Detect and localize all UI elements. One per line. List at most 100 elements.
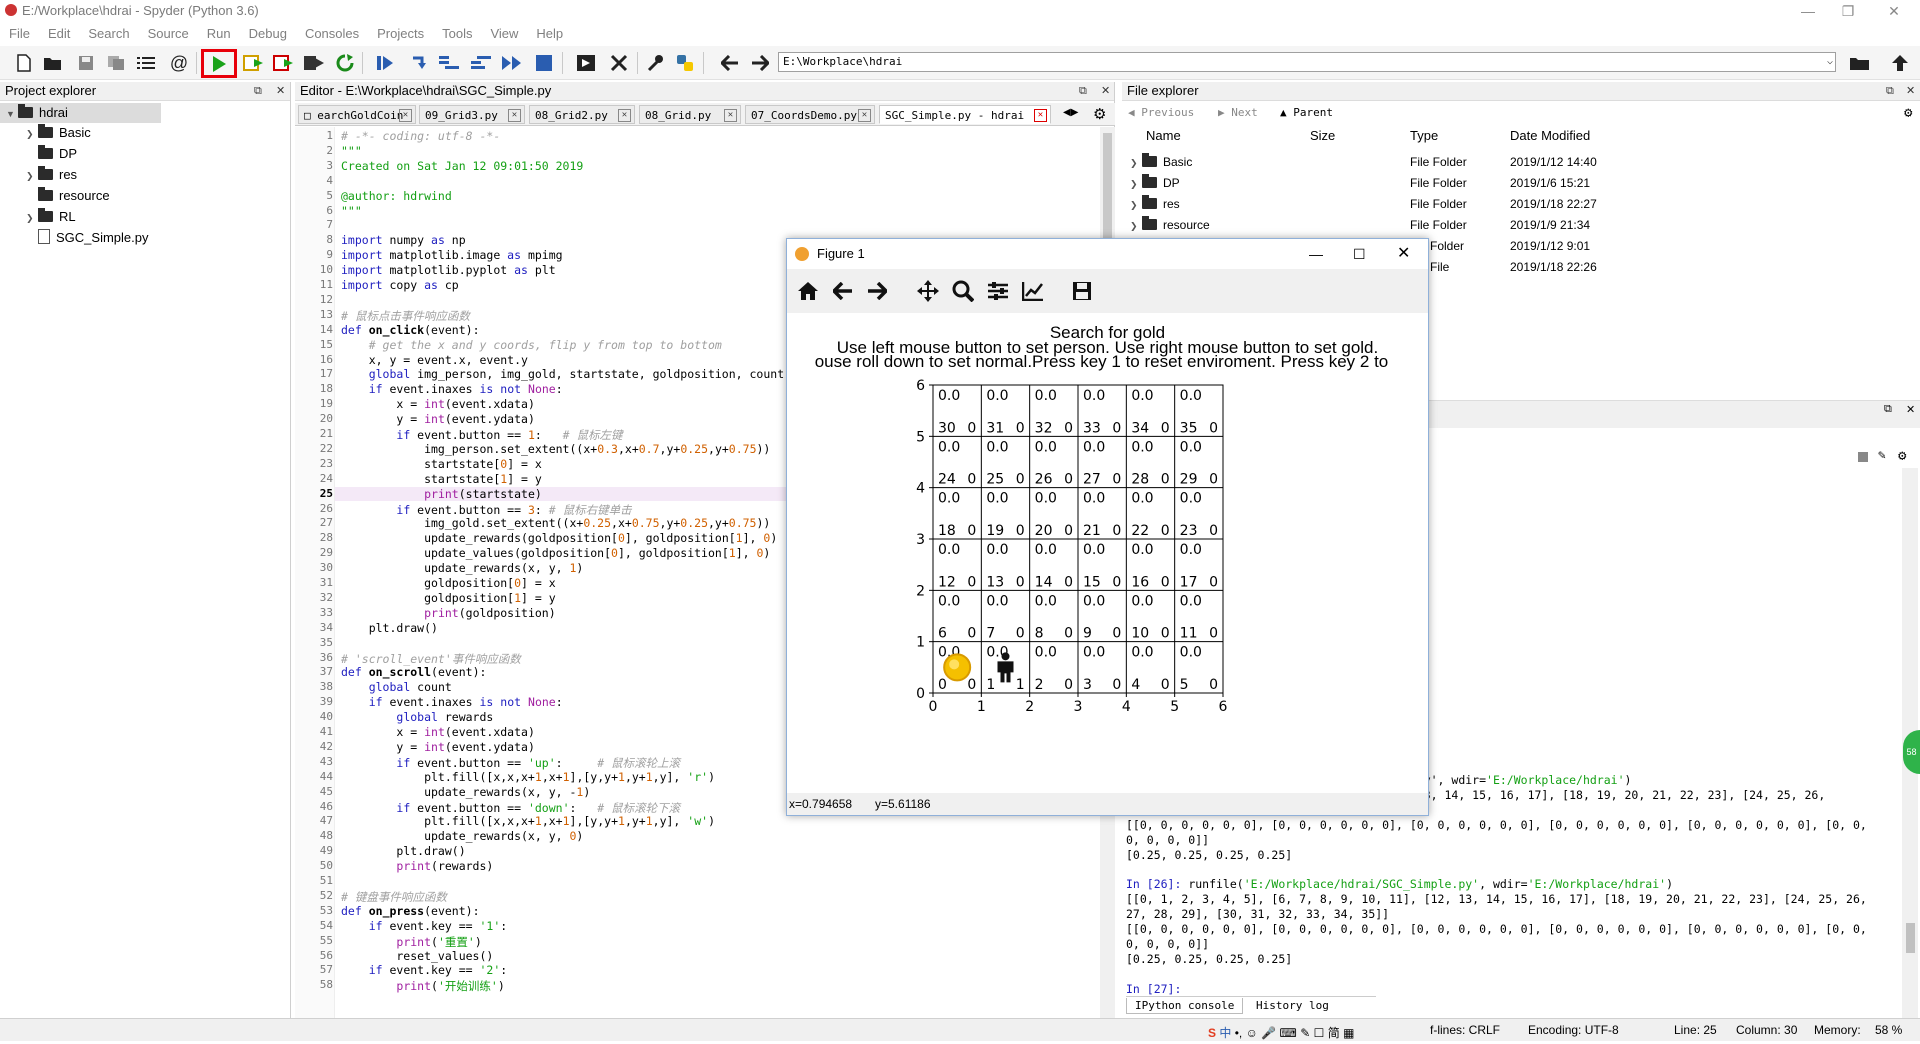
code-line[interactable]: """ <box>341 204 362 218</box>
tab-08-grid[interactable]: 08_Grid.py ✕ <box>639 105 741 124</box>
menu-run[interactable]: Run <box>198 24 240 44</box>
code-line[interactable]: import numpy as np <box>341 233 466 247</box>
edit-icon[interactable]: ✎ <box>1878 448 1886 463</box>
code-line[interactable]: x = int(event.xdata) <box>341 397 535 411</box>
chevron-down-icon[interactable]: ⌵ <box>1827 53 1833 71</box>
gear-icon[interactable]: ⚙ <box>1093 105 1106 123</box>
close-tab-icon[interactable]: ✕ <box>1034 109 1047 122</box>
configure-subplots-icon[interactable] <box>985 278 1011 304</box>
close-tab-icon[interactable]: ✕ <box>508 109 521 122</box>
code-line[interactable]: update_rewards(goldposition[0], goldposi… <box>341 531 777 545</box>
code-line[interactable]: goldposition[0] = x <box>341 576 556 590</box>
collapse-arrow-icon[interactable]: ❯ <box>26 124 38 144</box>
maximize-button[interactable]: ☐ <box>1353 239 1366 269</box>
code-line[interactable]: if event.inaxes is not None: <box>341 382 563 396</box>
code-line[interactable]: update_rewards(x, y, 0) <box>341 829 583 843</box>
close-tab-icon[interactable]: ✕ <box>858 109 871 122</box>
code-line[interactable]: print(startstate) <box>341 487 542 501</box>
tab-history-log[interactable]: History log <box>1248 998 1337 1013</box>
code-line[interactable]: if event.inaxes is not None: <box>341 695 563 709</box>
tab-09-grid3[interactable]: 09_Grid3.py ✕ <box>419 105 525 124</box>
code-line[interactable]: goldposition[1] = y <box>341 591 556 605</box>
code-line[interactable]: import copy as cp <box>341 278 459 292</box>
column-type[interactable]: Type <box>1410 128 1438 143</box>
close-pane-icon[interactable]: ✕ <box>1906 82 1915 100</box>
code-line[interactable]: img_gold.set_extent((x+0.25,x+0.75,y+0.2… <box>341 516 770 530</box>
run-button[interactable] <box>201 49 237 78</box>
figure-title-bar[interactable]: Figure 1 — ☐ ✕ <box>787 239 1428 269</box>
working-directory-input[interactable]: E:\Workplace\hdrai ⌵ <box>778 52 1836 72</box>
close-window-button[interactable]: ✕ <box>1871 0 1917 22</box>
code-line[interactable]: def on_press(event): <box>341 904 480 918</box>
menu-edit[interactable]: Edit <box>39 24 79 44</box>
menu-tools[interactable]: Tools <box>433 24 481 44</box>
new-file-icon[interactable] <box>12 52 36 74</box>
code-line[interactable]: startstate[1] = y <box>341 472 542 486</box>
stop-kernel-icon[interactable] <box>1858 452 1868 462</box>
run-cell-advance-icon[interactable] <box>272 52 296 74</box>
code-line[interactable]: @author: hdrwind <box>341 189 452 203</box>
collapse-arrow-icon[interactable]: ❯ <box>26 166 38 186</box>
collapse-arrow-icon[interactable]: ❯ <box>26 208 38 228</box>
forward-arrow-icon[interactable] <box>864 278 890 304</box>
tree-item-resource[interactable]: resource <box>26 186 110 206</box>
code-line[interactable]: # 键盘事件响应函数 <box>341 889 447 905</box>
edit-axis-icon[interactable] <box>1020 278 1046 304</box>
menu-debug[interactable]: Debug <box>240 24 296 44</box>
undock-icon[interactable]: ⧉ <box>1079 82 1087 100</box>
code-line[interactable]: update_rewards(x, y, 1) <box>341 561 583 575</box>
code-line[interactable]: x, y = event.x, event.y <box>341 353 528 367</box>
code-line[interactable]: # 'scroll_event'事件响应函数 <box>341 651 521 667</box>
back-arrow-icon[interactable] <box>830 278 856 304</box>
menu-help[interactable]: Help <box>527 24 572 44</box>
at-icon[interactable]: @ <box>167 52 191 74</box>
home-icon[interactable] <box>795 278 821 304</box>
tree-item-res[interactable]: ❯ res <box>26 165 77 185</box>
file-row[interactable]: ❯ DP File Folder 2019/1/6 15:21 <box>1130 173 1590 194</box>
zoom-icon[interactable] <box>950 278 976 304</box>
close-tab-icon[interactable]: ✕ <box>724 109 737 122</box>
code-line[interactable]: global rewards <box>341 710 493 724</box>
close-pane-icon[interactable]: ✕ <box>276 82 285 100</box>
step-return-icon[interactable] <box>470 52 494 74</box>
fullscreen-icon[interactable] <box>607 52 631 74</box>
code-line[interactable]: if event.button == 3: # 鼠标右键单击 <box>341 502 631 518</box>
code-line[interactable]: x = int(event.xdata) <box>341 725 535 739</box>
debug-icon[interactable] <box>373 52 397 74</box>
tree-item-rl[interactable]: ❯ RL <box>26 207 76 227</box>
open-file-icon[interactable] <box>41 52 65 74</box>
tab-ipython-console[interactable]: IPython console <box>1126 998 1244 1014</box>
code-line[interactable]: Created on Sat Jan 12 09:01:50 2019 <box>341 159 583 173</box>
file-row[interactable]: File 2019/1/18 22:26 <box>1430 257 1597 278</box>
tab-sgc-simple[interactable]: SGC_Simple.py - hdrai ✕ <box>879 105 1051 124</box>
maximize-pane-icon[interactable] <box>574 52 598 74</box>
minimize-button[interactable]: — <box>1309 239 1323 269</box>
parent-button[interactable]: ▲ Parent <box>1280 103 1333 123</box>
code-line[interactable]: plt.fill([x,x,x+1,x+1],[y,y+1,y+1,y], 'w… <box>341 814 715 828</box>
tab-07-coordsdemo[interactable]: 07_CoordsDemo.py ✕ <box>745 105 875 124</box>
gear-icon[interactable]: ⚙ <box>1904 103 1912 123</box>
menu-search[interactable]: Search <box>79 24 138 44</box>
code-line[interactable]: plt.fill([x,x,x+1,x+1],[y,y+1,y+1,y], 'r… <box>341 770 715 784</box>
back-arrow-icon[interactable] <box>718 52 742 74</box>
parent-directory-icon[interactable] <box>1888 52 1912 74</box>
code-line[interactable]: img_person.set_extent((x+0.3,x+0.7,y+0.2… <box>341 442 770 456</box>
stop-debug-icon[interactable] <box>532 52 556 74</box>
column-size[interactable]: Size <box>1310 128 1335 143</box>
code-line[interactable]: # -*- coding: utf-8 -*- <box>341 129 500 143</box>
close-window-button[interactable]: ✕ <box>1397 239 1410 269</box>
figure-canvas[interactable]: Search for gold Use left mouse button to… <box>787 313 1428 791</box>
tab-08-grid2[interactable]: 08_Grid2.py ✕ <box>529 105 635 124</box>
close-tab-icon[interactable]: ✕ <box>618 109 631 122</box>
code-line[interactable]: if event.button == 'up': # 鼠标滚轮上滚 <box>341 755 680 771</box>
code-line[interactable]: plt.draw() <box>341 844 465 858</box>
code-line[interactable]: if event.button == 1: # 鼠标左键 <box>341 427 622 443</box>
tree-item-sgc-simple[interactable]: SGC_Simple.py <box>26 228 148 248</box>
gear-icon[interactable]: ⚙ <box>1898 448 1906 464</box>
column-date-modified[interactable]: Date Modified <box>1510 128 1590 143</box>
code-line[interactable]: y = int(event.ydata) <box>341 412 535 426</box>
tab-scroll-arrows-icon[interactable]: ◀▶ <box>1063 107 1078 118</box>
menu-consoles[interactable]: Consoles <box>296 24 368 44</box>
code-line[interactable]: y = int(event.ydata) <box>341 740 535 754</box>
previous-button[interactable]: ◀ Previous <box>1128 103 1194 123</box>
